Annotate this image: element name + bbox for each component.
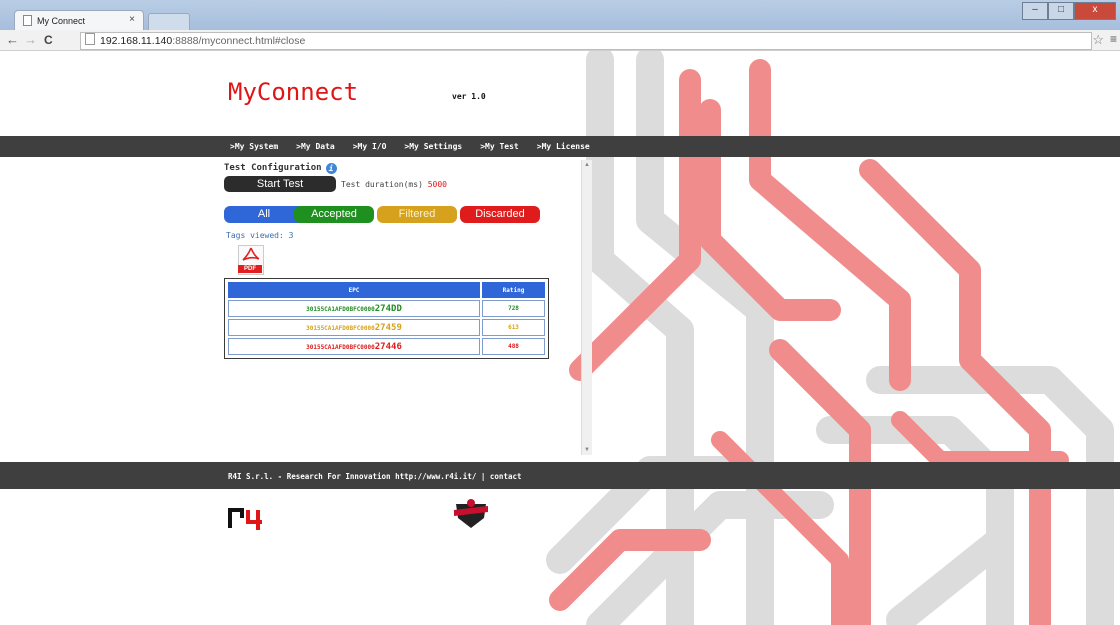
table-row[interactable]: 30155CA1AFD0BFC0000274DD 728 [228,300,545,317]
epc-prefix: 30155CA1AFD0BFC0000 [306,343,375,351]
partner-badge-logo [454,499,488,528]
epc-suffix: 27446 [374,341,402,352]
content-scrollbar[interactable]: ▲ ▼ [581,160,592,455]
filter-all-button[interactable]: All [224,206,304,223]
rating-cell: 488 [482,338,545,355]
test-configuration-label: Test Configuration [224,163,322,173]
table-row[interactable]: 30155CA1AFD0BFC000027446 488 [228,338,545,355]
new-tab-button[interactable] [148,13,190,31]
nav-my-settings[interactable]: >My Settings [404,142,462,151]
main-nav: >My System >My Data >My I/O >My Settings… [0,136,1120,157]
maximize-button[interactable]: □ [1048,2,1074,20]
browser-titlebar: My Connect × – □ x [0,0,1120,31]
footer-bar: R4I S.r.l. - Research For Innovation htt… [0,462,1120,489]
nav-my-io[interactable]: >My I/O [353,142,387,151]
app-title: MyConnect [228,78,359,106]
test-duration: Test duration(ms) 5000 [341,180,447,189]
close-window-button[interactable]: x [1074,2,1116,20]
column-header-rating[interactable]: Rating [482,282,545,298]
address-bar: ← → C 192.168.11.140:8888/myconnect.html… [0,30,1120,51]
column-header-epc[interactable]: EPC [228,282,480,298]
epc-prefix: 30155CA1AFD0BFC0000 [306,324,375,332]
tab-close-icon[interactable]: × [129,14,135,25]
start-test-button[interactable]: Start Test [224,176,336,192]
pdf-export-icon[interactable]: PDF [236,245,266,275]
window-controls: – □ x [1022,2,1116,20]
epc-cell: 30155CA1AFD0BFC000027446 [228,338,480,355]
nav-my-data[interactable]: >My Data [296,142,335,151]
nav-my-license[interactable]: >My License [537,142,590,151]
app-version: ver 1.0 [452,92,486,101]
tags-viewed-count: Tags viewed: 3 [226,231,294,240]
url-host: 192.168.11.140 [100,35,173,47]
reload-icon[interactable]: C [44,33,53,47]
bookmark-star-icon[interactable]: ☆ [1092,32,1104,48]
browser-menu-icon[interactable]: ≡ [1110,32,1117,46]
nav-my-test[interactable]: >My Test [480,142,519,151]
minimize-button[interactable]: – [1022,2,1048,20]
nav-my-system[interactable]: >My System [230,142,278,151]
url-input[interactable]: 192.168.11.140:8888/myconnect.html#close [80,32,1092,50]
table-row[interactable]: 30155CA1AFD0BFC000027459 613 [228,319,545,336]
acrobat-swirl-icon [242,247,260,261]
page-icon [23,15,32,26]
filter-accepted-button[interactable]: Accepted [294,206,374,223]
url-path: :8888/myconnect.html#close [172,35,306,47]
epc-prefix: 30155CA1AFD0BFC0000 [306,305,375,313]
info-icon[interactable]: i [325,163,337,174]
filter-discarded-button[interactable]: Discarded [460,206,540,223]
epc-suffix: 274DD [374,303,402,314]
epc-cell: 30155CA1AFD0BFC0000274DD [228,300,480,317]
browser-tab[interactable]: My Connect × [14,10,144,31]
scroll-down-arrow-icon[interactable]: ▼ [584,447,590,453]
back-arrow-icon[interactable]: ← [6,32,19,47]
test-duration-value[interactable]: 5000 [428,180,447,189]
epc-cell: 30155CA1AFD0BFC000027459 [228,319,480,336]
filter-filtered-button[interactable]: Filtered [377,206,457,223]
scroll-up-arrow-icon[interactable]: ▲ [584,162,590,168]
tags-table: EPC Rating 30155CA1AFD0BFC0000274DD 728 … [224,278,549,359]
tab-title: My Connect [37,16,86,26]
rating-cell: 728 [482,300,545,317]
test-duration-label: Test duration(ms) [341,180,423,189]
r4i-logo [228,508,262,530]
forward-arrow-icon[interactable]: → [24,32,37,47]
page-icon [85,33,95,45]
epc-suffix: 27459 [374,322,402,333]
footer-text: R4I S.r.l. - Research For Innovation htt… [228,472,522,481]
test-configuration-heading: Test Configuration i [224,163,337,174]
pdf-label: PDF [238,265,262,273]
rating-cell: 613 [482,319,545,336]
